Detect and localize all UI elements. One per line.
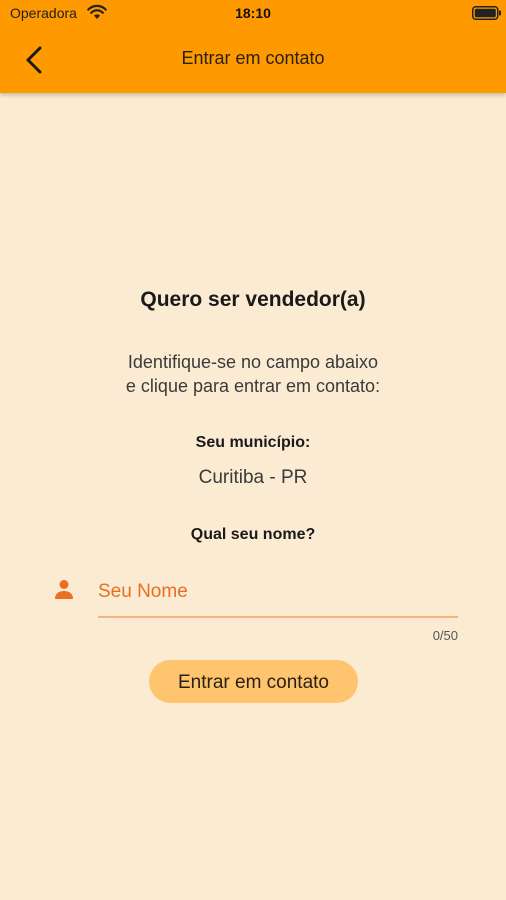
nav-bar: Entrar em contato [0,28,506,93]
app-header: Operadora 18:10 Entrar em contato [0,0,506,93]
status-time: 18:10 [235,5,271,21]
contact-screen: Operadora 18:10 Entrar em contato Quero … [0,0,506,900]
page-title: Entrar em contato [181,48,325,68]
municipality-label: Seu município: [195,434,311,451]
form-title: Quero ser vendedor(a) [140,288,366,311]
character-counter: 0/50 [432,628,458,643]
contact-button[interactable]: Entrar em contato [149,660,358,703]
person-icon [55,580,73,599]
input-underline [98,616,458,618]
status-bar: Operadora 18:10 [0,0,506,28]
instructions-line: Identifique-se no campo abaixo [127,352,379,372]
instructions-text: Identifique-se no campo abaixo e clique … [0,350,506,398]
instructions-line: e clique para entrar em contato: [125,376,381,396]
municipality-value: Curitiba - PR [198,467,308,488]
battery-icon [472,6,501,20]
name-input[interactable] [98,572,458,612]
name-question: Qual seu nome? [190,526,316,543]
